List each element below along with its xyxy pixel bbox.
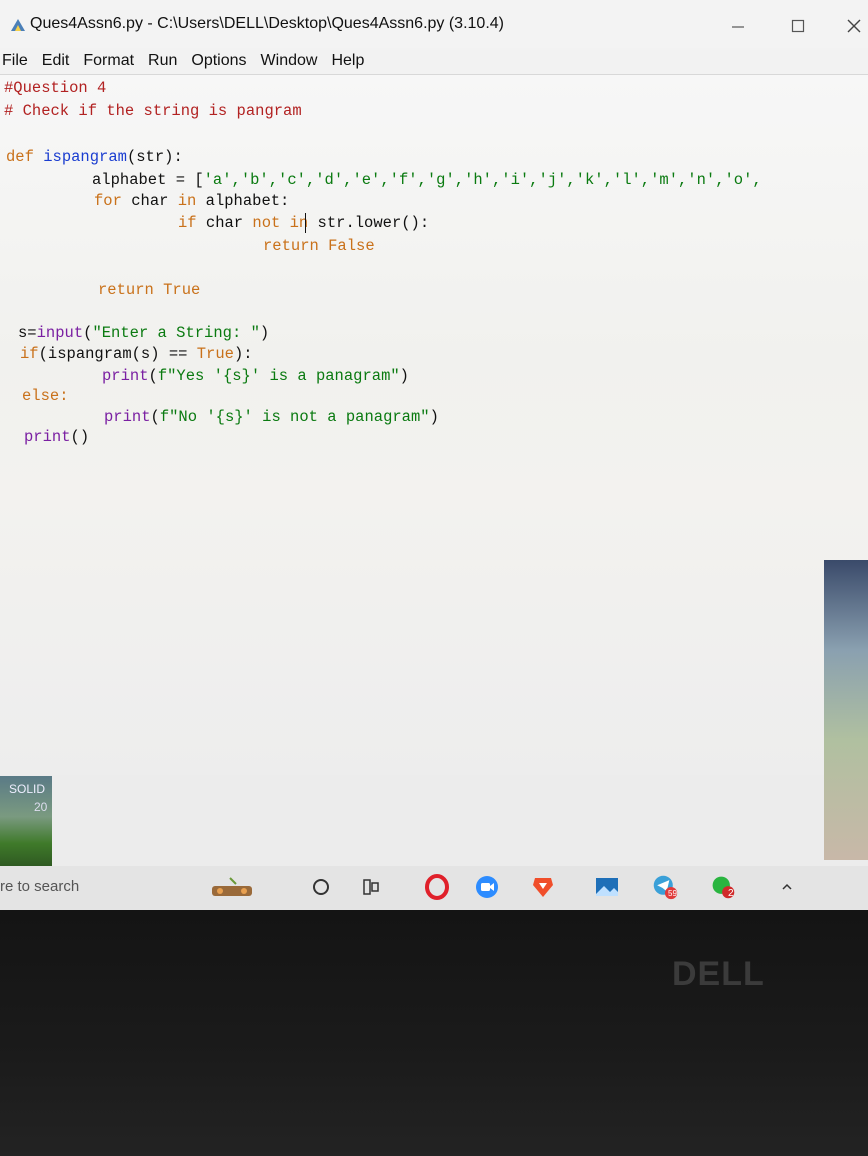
code-line: if char not in str.lower(): xyxy=(178,213,429,233)
builtin: print xyxy=(104,408,151,426)
maximize-button[interactable] xyxy=(778,8,818,44)
code-text: ) xyxy=(399,367,409,385)
code-text: ) xyxy=(259,324,270,342)
code-line: def ispangram(str): xyxy=(6,147,183,167)
builtin: input xyxy=(36,324,84,342)
code-text: () xyxy=(70,428,90,446)
zoom-icon[interactable] xyxy=(474,874,500,900)
minimize-button[interactable] xyxy=(718,8,758,44)
task-view-icon[interactable] xyxy=(358,874,384,900)
string-literal: f"Yes '{s}' is a panagram" xyxy=(157,367,400,385)
keyword: True xyxy=(163,281,201,299)
title-bar: Ques4Assn6.py - C:\Users\DELL\Desktop\Qu… xyxy=(0,0,868,48)
game-icon[interactable] xyxy=(210,874,256,900)
keyword: for xyxy=(94,192,132,210)
telegram-badge: 59 xyxy=(668,889,677,898)
comment: #Question 4 xyxy=(4,79,107,97)
desktop-label: SOLID xyxy=(9,782,46,796)
code-line: print(f"Yes '{s}' is a panagram") xyxy=(102,366,409,386)
code-text: char xyxy=(131,192,178,210)
cortana-circle-icon[interactable] xyxy=(308,874,334,900)
code-text: (ispangram(s) == xyxy=(38,345,197,363)
brave-icon[interactable] xyxy=(530,874,556,900)
code-text: str.lower(): xyxy=(317,214,430,232)
code-line: # Check if the string is pangram xyxy=(4,101,302,121)
desktop-wallpaper-right xyxy=(824,560,868,860)
menu-help[interactable]: Help xyxy=(324,52,371,70)
tray-arrow-icon[interactable] xyxy=(774,874,800,900)
keyword: else: xyxy=(22,387,69,405)
code-line: alphabet = ['a','b','c','d','e','f','g',… xyxy=(92,170,762,190)
text-cursor xyxy=(305,213,306,233)
code-line: return False xyxy=(263,236,375,256)
function-name: ispangram xyxy=(43,148,127,166)
dell-logo: DELL xyxy=(672,955,765,993)
close-icon xyxy=(847,19,861,33)
code-text: ( xyxy=(148,367,158,385)
builtin: print xyxy=(102,367,149,385)
string-literal: "Enter a String: " xyxy=(92,324,260,342)
python-idle-icon xyxy=(11,19,25,31)
desktop-sublabel: 20 xyxy=(34,800,48,814)
menu-edit[interactable]: Edit xyxy=(35,52,77,70)
keyword: def xyxy=(6,148,44,166)
comment: # Check if the string is pangram xyxy=(4,102,302,120)
string-literal: 'a','b','c','d','e','f','g','h','i','j',… xyxy=(203,171,762,189)
code-text: ( xyxy=(150,408,160,426)
menu-options[interactable]: Options xyxy=(184,52,253,70)
whatsapp-icon[interactable]: 2 xyxy=(710,874,736,900)
whatsapp-badge: 2 xyxy=(728,888,734,899)
code-line: #Question 4 xyxy=(4,78,106,98)
string-literal: f"No '{s}' is not a panagram" xyxy=(159,408,430,426)
opera-icon[interactable] xyxy=(424,874,450,900)
keyword: if xyxy=(20,345,39,363)
menu-run[interactable]: Run xyxy=(141,52,184,70)
window-title: Ques4Assn6.py - C:\Users\DELL\Desktop\Qu… xyxy=(30,15,504,32)
menu-format[interactable]: Format xyxy=(76,52,141,70)
keyword: if xyxy=(178,214,206,232)
code-text: alphabet: xyxy=(205,192,290,210)
telegram-icon[interactable]: 59 xyxy=(652,874,678,900)
code-text: ): xyxy=(233,345,253,363)
code-line: print() xyxy=(24,427,89,447)
keyword: True xyxy=(196,345,234,363)
maximize-icon xyxy=(791,19,805,33)
code-line: return True xyxy=(98,280,200,300)
code-text: alphabet = [ xyxy=(92,171,204,189)
code-text: (str): xyxy=(126,148,183,166)
laptop-bezel xyxy=(0,910,868,1156)
keyword: in xyxy=(177,192,206,210)
menu-window[interactable]: Window xyxy=(254,52,325,70)
menu-file[interactable]: File xyxy=(0,52,35,70)
menu-bar: File Edit Format Run Options Window Help xyxy=(0,48,868,75)
code-text: ) xyxy=(429,408,439,426)
screen: Ques4Assn6.py - C:\Users\DELL\Desktop\Qu… xyxy=(0,0,868,910)
code-editor[interactable]: #Question 4 # Check if the string is pan… xyxy=(0,75,868,775)
taskbar-search[interactable]: re to search xyxy=(0,878,79,895)
code-text: s= xyxy=(18,324,37,342)
taskbar: re to search 59 2 xyxy=(0,866,868,910)
keyword: not in xyxy=(252,214,318,232)
code-line: for char in alphabet: xyxy=(94,191,289,211)
keyword: False xyxy=(328,237,375,255)
code-line: s=input("Enter a String: ") xyxy=(18,323,269,343)
code-text: char xyxy=(205,214,253,232)
minimize-icon xyxy=(732,26,744,28)
code-line: if(ispangram(s) == True): xyxy=(20,344,253,364)
close-button[interactable] xyxy=(834,8,868,44)
keyword: return xyxy=(263,237,329,255)
builtin: print xyxy=(24,428,71,446)
photos-icon[interactable] xyxy=(594,874,620,900)
keyword: return xyxy=(98,281,164,299)
code-line: else: xyxy=(22,386,69,406)
code-line: print(f"No '{s}' is not a panagram") xyxy=(104,407,439,427)
